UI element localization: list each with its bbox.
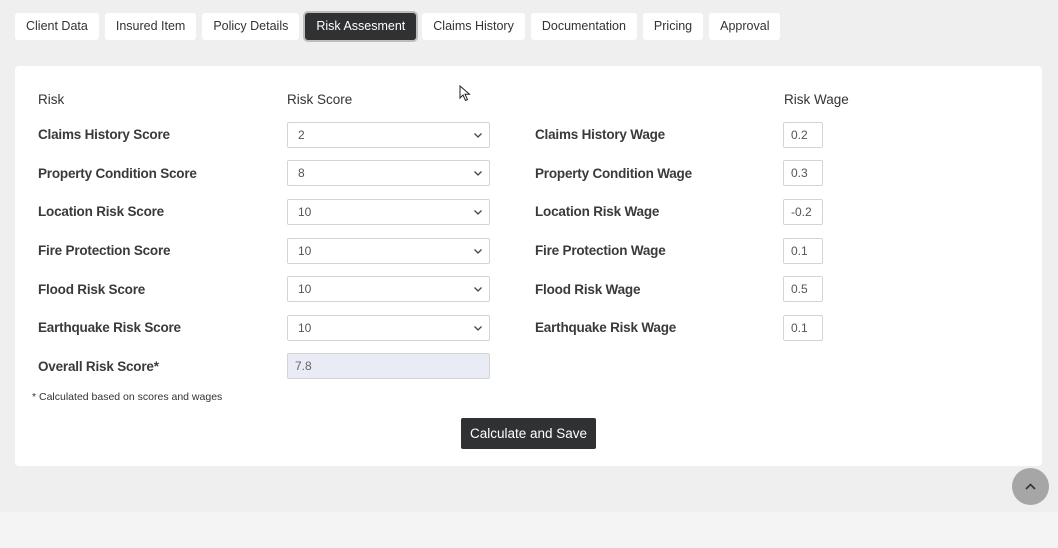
chevron-down-icon xyxy=(474,326,482,331)
tab-approval[interactable]: Approval xyxy=(709,13,781,40)
claims-history-score-select[interactable]: 2 xyxy=(287,122,490,148)
fire-protection-wage-label: Fire Protection Wage xyxy=(535,243,666,258)
chevron-down-icon xyxy=(474,133,482,138)
overall-risk-score-label: Overall Risk Score* xyxy=(38,359,159,374)
flood-risk-score-label: Flood Risk Score xyxy=(38,282,146,297)
location-risk-score-select[interactable]: 10 xyxy=(287,199,490,225)
claims-history-score-label: Claims History Score xyxy=(38,127,170,142)
flood-risk-score-value: 10 xyxy=(298,282,312,296)
calculation-note: * Calculated based on scores and wages xyxy=(32,391,223,403)
risk-wage-column-header: Risk Wage xyxy=(784,92,849,107)
location-risk-score-value: 10 xyxy=(298,205,312,219)
claims-history-score-value: 2 xyxy=(298,128,305,142)
claims-history-wage-label: Claims History Wage xyxy=(535,127,665,142)
earthquake-risk-score-value: 10 xyxy=(298,321,312,335)
fire-protection-score-value: 10 xyxy=(298,244,312,258)
tab-claims-history[interactable]: Claims History xyxy=(422,13,525,40)
tab-client-data[interactable]: Client Data xyxy=(15,13,99,40)
location-risk-score-label: Location Risk Score xyxy=(38,204,164,219)
calculate-and-save-button[interactable]: Calculate and Save xyxy=(461,418,596,449)
fire-protection-score-label: Fire Protection Score xyxy=(38,243,171,258)
location-risk-wage-label: Location Risk Wage xyxy=(535,204,660,219)
risk-column-header: Risk xyxy=(38,92,65,107)
claims-history-wage-input[interactable]: 0.2 xyxy=(783,122,823,148)
flood-risk-wage-input[interactable]: 0.5 xyxy=(783,276,823,302)
property-condition-score-value: 8 xyxy=(298,166,305,180)
property-condition-score-select[interactable]: 8 xyxy=(287,160,490,186)
mouse-pointer-icon xyxy=(459,85,471,102)
fire-protection-score-select[interactable]: 10 xyxy=(287,238,490,264)
chevron-down-icon xyxy=(474,171,482,176)
flood-risk-wage-label: Flood Risk Wage xyxy=(535,282,641,297)
chevron-down-icon xyxy=(474,287,482,292)
tab-pricing[interactable]: Pricing xyxy=(642,13,704,40)
scroll-to-top-button[interactable] xyxy=(1012,468,1049,505)
earthquake-risk-wage-label: Earthquake Risk Wage xyxy=(535,320,677,335)
location-risk-wage-input[interactable]: -0.2 xyxy=(783,199,823,225)
risk-assessment-card: Risk Risk Score Risk Wage Claims History… xyxy=(15,66,1042,466)
page-footer-band xyxy=(0,512,1058,548)
tab-risk-assesment[interactable]: Risk Assesment xyxy=(305,13,417,40)
earthquake-risk-score-select[interactable]: 10 xyxy=(287,315,490,341)
earthquake-risk-wage-input[interactable]: 0.1 xyxy=(783,315,823,341)
fire-protection-wage-input[interactable]: 0.1 xyxy=(783,238,823,264)
chevron-up-icon xyxy=(1025,483,1036,490)
property-condition-wage-label: Property Condition Wage xyxy=(535,166,692,181)
chevron-down-icon xyxy=(474,210,482,215)
overall-risk-score-field: 7.8 xyxy=(287,353,490,379)
risk-score-column-header: Risk Score xyxy=(287,92,353,107)
tab-insured-item[interactable]: Insured Item xyxy=(104,13,197,40)
flood-risk-score-select[interactable]: 10 xyxy=(287,276,490,302)
tab-policy-details[interactable]: Policy Details xyxy=(202,13,300,40)
chevron-down-icon xyxy=(474,249,482,254)
property-condition-score-label: Property Condition Score xyxy=(38,166,197,181)
tab-bar: Client Data Insured Item Policy Details … xyxy=(15,13,781,40)
tab-documentation[interactable]: Documentation xyxy=(530,13,637,40)
earthquake-risk-score-label: Earthquake Risk Score xyxy=(38,320,181,335)
property-condition-wage-input[interactable]: 0.3 xyxy=(783,160,823,186)
